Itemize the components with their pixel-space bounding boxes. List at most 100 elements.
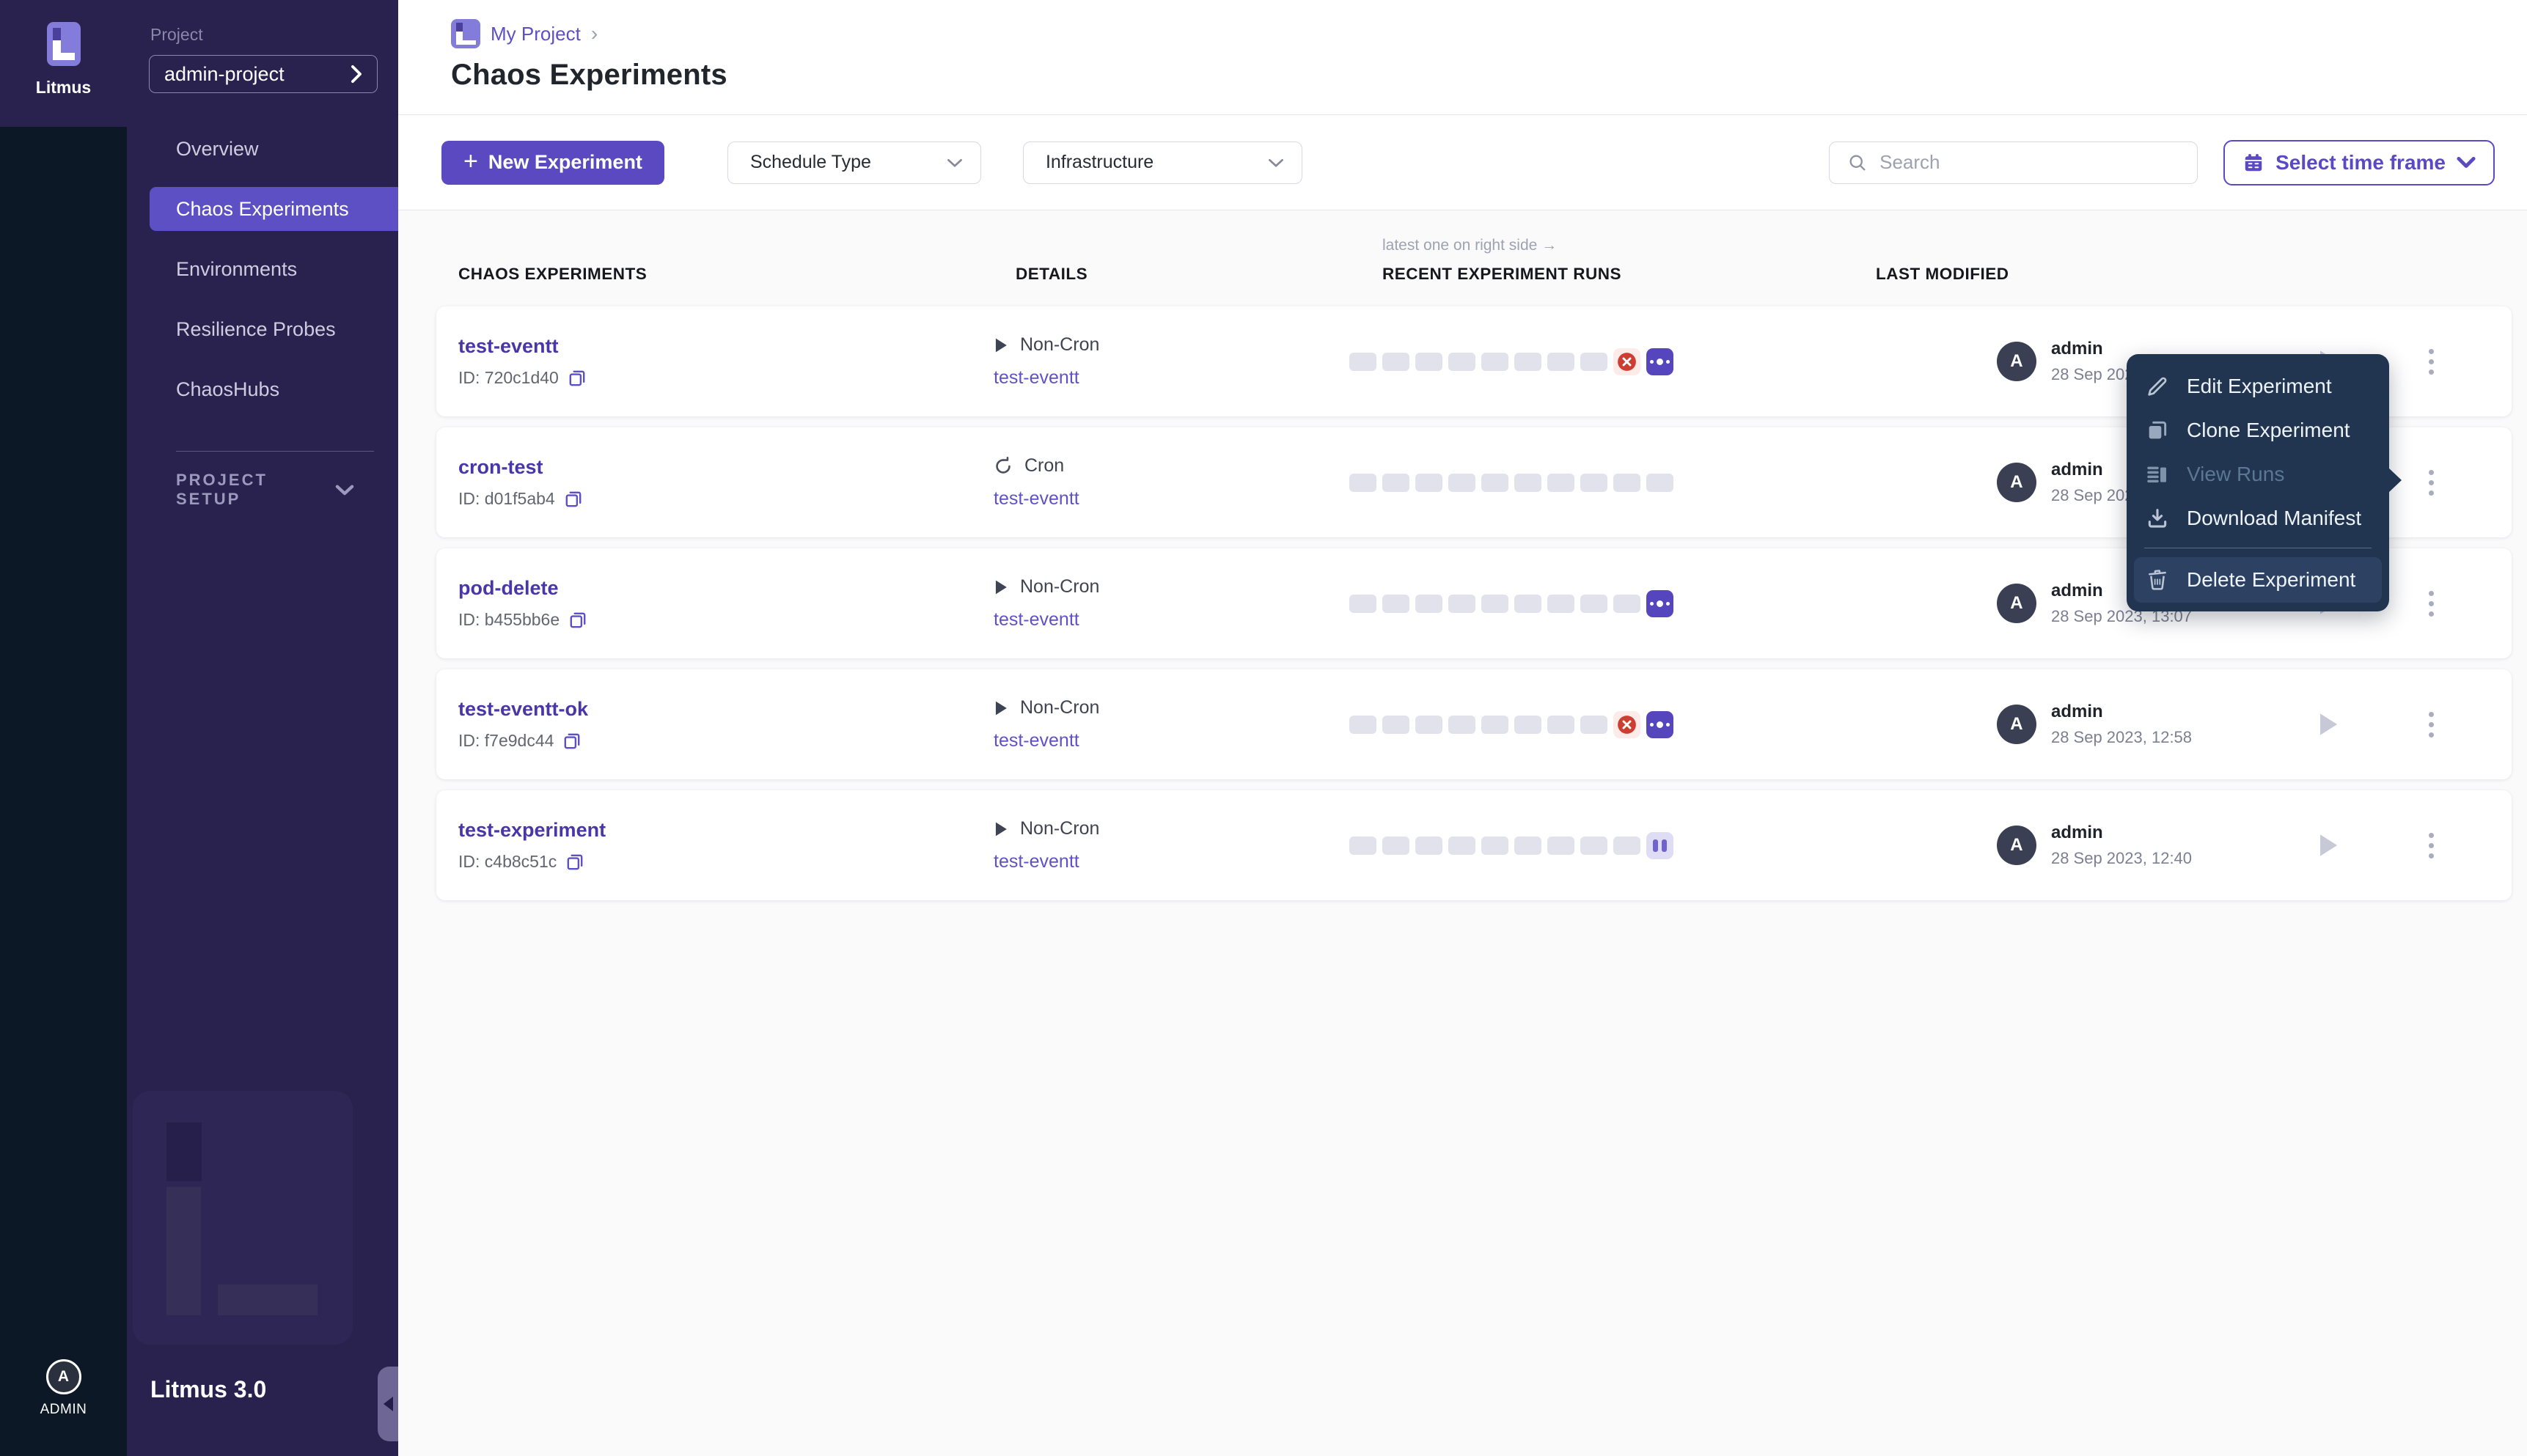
- copy-icon[interactable]: [564, 490, 583, 509]
- user-avatar[interactable]: A: [45, 1359, 81, 1394]
- run-pill[interactable]: [1514, 352, 1541, 371]
- menu-item-edit-experiment[interactable]: Edit Experiment: [2127, 364, 2389, 408]
- experiment-name-link[interactable]: pod-delete: [458, 577, 994, 600]
- user-profile-button[interactable]: A ADMIN: [0, 1359, 127, 1418]
- trash-icon: [2144, 568, 2171, 592]
- run-pill[interactable]: [1382, 352, 1409, 371]
- menu-item-delete-experiment[interactable]: Delete Experiment: [2134, 557, 2382, 603]
- schedule-type-select[interactable]: Schedule Type: [727, 141, 981, 184]
- run-pill[interactable]: [1646, 473, 1673, 492]
- run-pill[interactable]: [1349, 352, 1376, 371]
- run-pill[interactable]: [1613, 473, 1640, 492]
- run-pill[interactable]: [1481, 352, 1508, 371]
- sidebar-item-environments[interactable]: Environments: [127, 247, 398, 291]
- breadcrumb-project-link[interactable]: My Project: [491, 23, 581, 45]
- run-pill[interactable]: [1349, 715, 1376, 734]
- experiment-link[interactable]: test-eventt: [994, 488, 1079, 510]
- run-experiment-button[interactable]: [2317, 712, 2339, 737]
- run-pill[interactable]: [1580, 836, 1607, 855]
- run-pill[interactable]: [1613, 594, 1640, 613]
- run-pill[interactable]: [1415, 594, 1442, 613]
- run-pill[interactable]: [1514, 594, 1541, 613]
- sidebar-collapse-button[interactable]: [378, 1367, 398, 1441]
- menu-item-clone-experiment[interactable]: Clone Experiment: [2127, 408, 2389, 452]
- run-pill[interactable]: [1580, 594, 1607, 613]
- run-pill[interactable]: [1613, 836, 1640, 855]
- search-input[interactable]: [1879, 151, 2183, 174]
- run-pill[interactable]: [1349, 594, 1376, 613]
- run-pill[interactable]: [1514, 715, 1541, 734]
- schedule-type-value: Non-Cron: [1020, 818, 1100, 839]
- run-experiment-button[interactable]: [2317, 833, 2339, 858]
- infrastructure-label: Infrastructure: [1045, 152, 1154, 172]
- experiment-link[interactable]: test-eventt: [994, 609, 1079, 630]
- run-pill[interactable]: [1415, 473, 1442, 492]
- run-pill[interactable]: [1481, 836, 1508, 855]
- experiment-link[interactable]: test-eventt: [994, 367, 1079, 389]
- sidebar-item-resilience-probes[interactable]: Resilience Probes: [127, 307, 398, 351]
- run-pill[interactable]: [1580, 352, 1607, 371]
- run-pill[interactable]: [1415, 836, 1442, 855]
- copy-icon[interactable]: [562, 732, 582, 751]
- copy-icon[interactable]: [568, 611, 587, 630]
- run-running-icon[interactable]: [1646, 589, 1673, 617]
- run-running-icon[interactable]: [1646, 348, 1673, 375]
- sidebar-rail: Litmus A ADMIN: [0, 0, 127, 1456]
- run-pill[interactable]: [1448, 352, 1475, 371]
- run-pill[interactable]: [1448, 594, 1475, 613]
- sidebar-item-chaoshubs[interactable]: ChaosHubs: [127, 367, 398, 411]
- run-pill[interactable]: [1547, 473, 1574, 492]
- run-pill[interactable]: [1448, 473, 1475, 492]
- run-paused-icon[interactable]: [1646, 831, 1673, 859]
- run-pill[interactable]: [1415, 352, 1442, 371]
- run-failed-icon[interactable]: [1613, 710, 1640, 738]
- time-frame-button[interactable]: Select time frame: [2223, 139, 2495, 185]
- kebab-menu-button[interactable]: [2423, 585, 2440, 622]
- run-pill[interactable]: [1514, 473, 1541, 492]
- project-setup-toggle[interactable]: PROJECT SETUP: [127, 471, 398, 509]
- experiment-link[interactable]: test-eventt: [994, 730, 1079, 751]
- run-pill[interactable]: [1547, 352, 1574, 371]
- experiment-name-link[interactable]: test-experiment: [458, 819, 994, 842]
- kebab-menu-button[interactable]: [2423, 827, 2440, 864]
- run-pill[interactable]: [1547, 594, 1574, 613]
- run-failed-icon[interactable]: [1613, 348, 1640, 375]
- run-pill[interactable]: [1580, 715, 1607, 734]
- kebab-menu-button[interactable]: [2423, 343, 2440, 380]
- project-select[interactable]: admin-project: [149, 55, 378, 93]
- run-pill[interactable]: [1382, 473, 1409, 492]
- run-pill[interactable]: [1415, 715, 1442, 734]
- run-pill[interactable]: [1547, 715, 1574, 734]
- run-pill[interactable]: [1349, 473, 1376, 492]
- menu-item-download-manifest[interactable]: Download Manifest: [2127, 496, 2389, 540]
- run-pill[interactable]: [1547, 836, 1574, 855]
- kebab-menu-button[interactable]: [2423, 706, 2440, 743]
- experiment-name-link[interactable]: test-eventt: [458, 335, 994, 358]
- recent-runs: [1349, 831, 1841, 859]
- sidebar-item-chaos-experiments[interactable]: Chaos Experiments: [150, 187, 398, 231]
- copy-icon[interactable]: [565, 853, 584, 872]
- run-pill[interactable]: [1382, 594, 1409, 613]
- run-pill[interactable]: [1580, 473, 1607, 492]
- litmus-watermark: [133, 1091, 353, 1345]
- run-pill[interactable]: [1481, 715, 1508, 734]
- run-pill[interactable]: [1481, 594, 1508, 613]
- new-experiment-button[interactable]: + New Experiment: [441, 140, 664, 185]
- run-pill[interactable]: [1481, 473, 1508, 492]
- experiment-name-link[interactable]: test-eventt-ok: [458, 698, 994, 721]
- run-pill[interactable]: [1448, 715, 1475, 734]
- experiment-link[interactable]: test-eventt: [994, 851, 1079, 872]
- sidebar-divider: [176, 451, 374, 452]
- run-pill[interactable]: [1349, 836, 1376, 855]
- run-pill[interactable]: [1448, 836, 1475, 855]
- experiment-name-link[interactable]: cron-test: [458, 456, 994, 479]
- infrastructure-select[interactable]: Infrastructure: [1022, 141, 1302, 184]
- kebab-menu-button[interactable]: [2423, 464, 2440, 501]
- copy-icon[interactable]: [568, 369, 587, 388]
- non-cron-play-icon: [994, 579, 1008, 595]
- run-running-icon[interactable]: [1646, 710, 1673, 738]
- run-pill[interactable]: [1514, 836, 1541, 855]
- run-pill[interactable]: [1382, 715, 1409, 734]
- sidebar-item-overview[interactable]: Overview: [127, 127, 398, 171]
- run-pill[interactable]: [1382, 836, 1409, 855]
